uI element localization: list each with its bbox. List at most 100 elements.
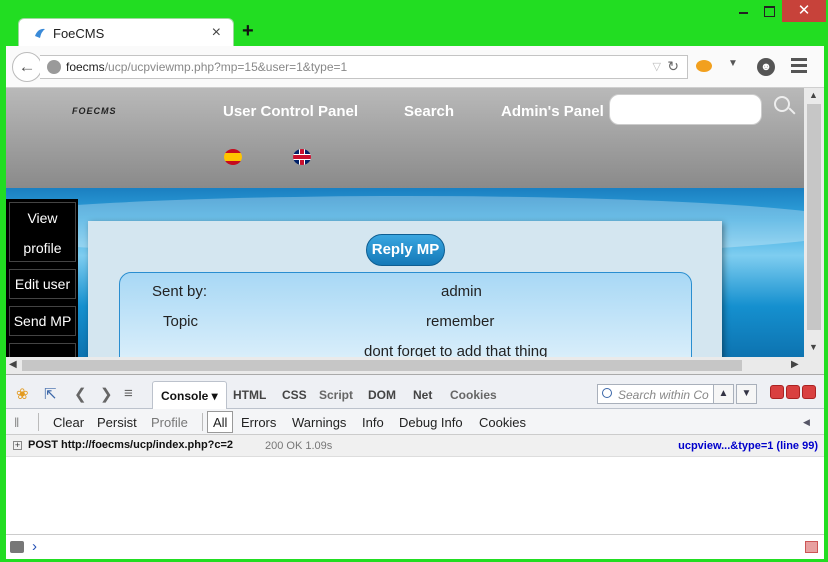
sidebar-send-mp[interactable]: Send MP (9, 306, 76, 336)
menu-admins-panel[interactable]: Admin's Panel (501, 103, 604, 120)
firebug-panel: ❀ ⇱ ❮ ❯ ≡ Console ▾ HTML CSS Script DOM … (6, 374, 824, 559)
firebug-detach-icon[interactable] (786, 385, 800, 399)
toolbar-separator (38, 413, 39, 431)
maximize-button[interactable] (756, 0, 782, 22)
navigation-bar: ← foecms/ucp/ucpviewmp.php?mp=15&user=1&… (6, 46, 824, 88)
search-icon[interactable] (774, 96, 790, 112)
message-body: dont forget to add that thing (364, 343, 548, 357)
log-source-link[interactable]: ucpview...&type=1 (line 99) (678, 440, 818, 452)
tab-console[interactable]: Console ▾ (152, 381, 227, 410)
menu-user-control-panel[interactable]: User Control Panel (223, 103, 358, 120)
persist-button[interactable]: Persist (97, 415, 137, 430)
minimize-button[interactable] (730, 0, 756, 22)
inspect-icon[interactable]: ⇱ (44, 385, 57, 403)
sent-by-label: Sent by: (152, 283, 208, 300)
page-viewport: FOECMS User Control Panel Search Admin's… (6, 88, 804, 357)
search-prev-button[interactable]: ▲ (713, 384, 734, 404)
tab-title: FoeCMS (53, 26, 105, 41)
sidebar: View profile Edit user Send MP (6, 199, 78, 357)
console-log-row[interactable]: + POST http://foecms/ucp/index.php?c=2 2… (6, 435, 824, 457)
expand-editor-icon[interactable] (805, 541, 818, 553)
back-arrow-icon[interactable]: ❮ (74, 385, 87, 403)
topic-label: Topic (163, 313, 199, 330)
command-line[interactable]: › (6, 534, 824, 559)
toolbar-scroll-icon[interactable]: ◀ (803, 417, 810, 428)
back-button[interactable]: ← (12, 52, 42, 82)
message-details: Sent by: admin Topic remember dont forge… (119, 272, 692, 357)
url-host: foecms (66, 60, 105, 74)
menu-search[interactable]: Search (404, 103, 454, 120)
sidebar-item-partial[interactable] (9, 343, 76, 357)
topic-value: remember (426, 313, 495, 330)
tab-dom[interactable]: DOM (368, 388, 396, 402)
tab-html[interactable]: HTML (233, 388, 266, 402)
scroll-left-icon[interactable]: ◀ (9, 359, 17, 370)
tab-console-label: Console (161, 389, 209, 403)
spanish-flag-icon[interactable] (224, 149, 242, 165)
favicon-icon (35, 28, 45, 38)
vertical-scrollbar[interactable]: ▲ ▼ (804, 88, 824, 357)
search-next-button[interactable]: ▼ (736, 384, 757, 404)
smiley-icon[interactable]: ☻ (757, 58, 775, 76)
horizontal-scroll-thumb[interactable] (22, 360, 742, 371)
log-request: POST http://foecms/ucp/index.php?c=2 (28, 439, 234, 451)
firebug-icon[interactable] (696, 60, 712, 72)
tab-css[interactable]: CSS (282, 388, 307, 402)
expand-icon[interactable]: + (13, 441, 22, 450)
url-dropdown-icon[interactable]: ▽ (653, 60, 661, 73)
message-panel: Reply MP Sent by: admin Topic remember d… (88, 221, 722, 357)
filter-errors-button[interactable]: Errors (241, 415, 276, 430)
scroll-right-icon[interactable]: ▶ (791, 359, 799, 370)
sidebar-view-profile[interactable]: View profile (9, 202, 76, 262)
console-options-icon[interactable] (10, 541, 24, 553)
firebug-menu-icon[interactable]: ▼ (728, 58, 738, 69)
console-menu-icon[interactable]: ‖ (14, 415, 19, 430)
firebug-tab-bar: ❀ ⇱ ❮ ❯ ≡ Console ▾ HTML CSS Script DOM … (6, 375, 824, 410)
firebug-menu-icon[interactable]: ❀ (16, 385, 29, 403)
log-status: 200 OK 1.09s (265, 440, 333, 452)
filter-debug-info-button[interactable]: Debug Info (399, 415, 463, 430)
tab-net[interactable]: Net (413, 388, 432, 402)
site-header: FOECMS User Control Panel Search Admin's… (6, 88, 804, 188)
profile-button[interactable]: Profile (151, 415, 188, 430)
horizontal-scrollbar[interactable]: ◀ ▶ (6, 357, 804, 374)
console-toolbar: ‖ Clear Persist Profile All Errors Warni… (6, 409, 824, 435)
toolbar-separator (202, 413, 203, 431)
firebug-search-placeholder: Search within Co (618, 388, 709, 402)
firebug-search-icon (602, 388, 612, 398)
forward-arrow-icon[interactable]: ❯ (100, 385, 113, 403)
url-path: /ucp/ucpviewmp.php?mp=15&user=1&type=1 (104, 60, 348, 74)
sidebar-edit-user[interactable]: Edit user (9, 269, 76, 299)
reload-icon[interactable]: ↻ (667, 58, 679, 75)
scrollbar-corner (804, 357, 824, 374)
new-tab-button[interactable]: + (242, 20, 254, 43)
reply-mp-button[interactable]: Reply MP (366, 234, 445, 266)
command-editor-icon[interactable]: ≡ (124, 385, 133, 402)
menu-icon[interactable] (791, 58, 807, 74)
globe-icon (47, 60, 61, 74)
filter-cookies-button[interactable]: Cookies (479, 415, 526, 430)
firebug-search-input[interactable]: Search within Co (597, 384, 717, 404)
browser-window: FoeCMS × + ✕ ← foecms/ucp/ucpviewmp.php?… (0, 0, 828, 562)
scroll-down-icon[interactable]: ▼ (809, 342, 818, 352)
sent-by-value: admin (441, 283, 482, 300)
clear-button[interactable]: Clear (53, 415, 84, 430)
vertical-scroll-thumb[interactable] (807, 104, 821, 330)
browser-tab[interactable]: FoeCMS × (18, 18, 234, 48)
filter-all-button[interactable]: All (207, 411, 234, 433)
site-logo[interactable]: FOECMS (72, 106, 117, 116)
command-prompt: › (32, 538, 37, 555)
window-close-button[interactable]: ✕ (782, 0, 826, 22)
uk-flag-icon[interactable] (293, 149, 311, 165)
tab-script[interactable]: Script (319, 388, 353, 402)
filter-info-button[interactable]: Info (362, 415, 384, 430)
url-text: foecms/ucp/ucpviewmp.php?mp=15&user=1&ty… (66, 60, 347, 74)
scroll-up-icon[interactable]: ▲ (809, 90, 818, 100)
firebug-close-icon[interactable] (802, 385, 816, 399)
firebug-minimize-icon[interactable] (770, 385, 784, 399)
site-search-input[interactable] (609, 94, 762, 125)
url-bar[interactable]: foecms/ucp/ucpviewmp.php?mp=15&user=1&ty… (40, 55, 688, 79)
filter-warnings-button[interactable]: Warnings (292, 415, 346, 430)
tab-cookies[interactable]: Cookies (450, 388, 497, 402)
tab-close-icon[interactable]: × (212, 24, 221, 42)
